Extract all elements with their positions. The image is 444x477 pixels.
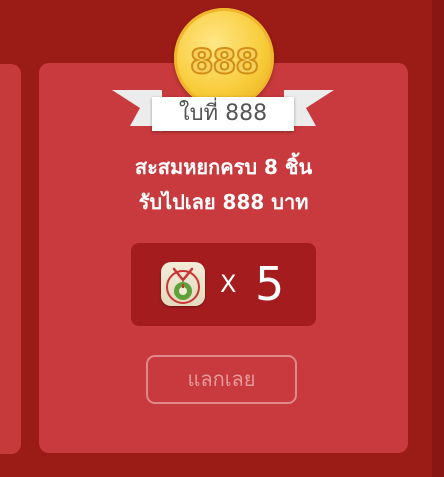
jade-pendant-icon — [161, 262, 205, 306]
description-line-2: รับไปเลย 888 บาท — [138, 190, 309, 214]
ribbon-banner: ใบที่ 888 — [112, 88, 334, 134]
previous-reward-card[interactable] — [0, 64, 21, 454]
redeem-button[interactable]: แลกเลย — [146, 355, 297, 404]
description-line-1: สะสมหยกครบ 8 ชิ้น — [134, 155, 313, 179]
multiply-symbol: X — [220, 270, 237, 298]
scroll-edge — [432, 0, 444, 477]
coin-label: 888 — [189, 41, 260, 83]
reward-count: 5 — [255, 257, 285, 311]
reward-quantity-box: X 5 — [131, 243, 316, 326]
ribbon-label: ใบที่ 888 — [152, 97, 294, 131]
